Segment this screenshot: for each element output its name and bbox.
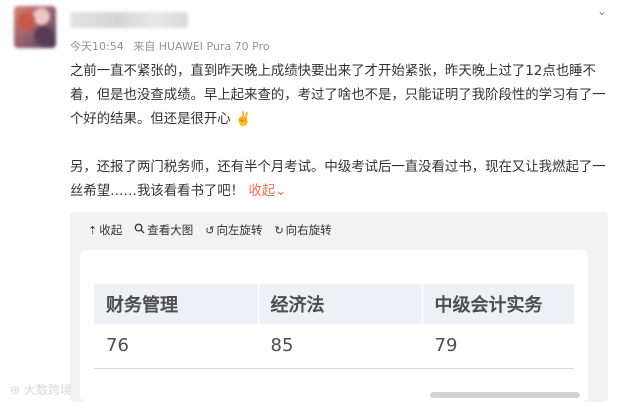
watermark: ⊛ 大数跨境 xyxy=(10,383,72,397)
rotate-right-icon: ↻ xyxy=(274,223,284,237)
header-intermediate-accounting: 中级会计实务 xyxy=(421,284,574,324)
username-blurred[interactable] xyxy=(70,12,188,28)
header-financial-management: 财务管理 xyxy=(94,284,258,324)
header-economic-law: 经济法 xyxy=(257,284,422,324)
post-paragraph-2: 另，还报了两门税务师，还有半个月考试。中级考试后一直没看过书，现在又让我燃起了一… xyxy=(70,160,606,199)
watermark-logo-icon: ⊛ xyxy=(10,383,24,397)
media-viewer: ⇡ 收起 查看大图 ↺ 向左旋转 ↻ 向右旋转 财务管理 经济法 中级会计实务 xyxy=(70,212,608,402)
chevron-down-icon[interactable]: ⌄ xyxy=(594,4,610,18)
score-intermediate-accounting: 79 xyxy=(421,324,574,369)
victory-hand-icon: ✌️ xyxy=(234,112,252,127)
collapse-text-link[interactable]: 收起⌄ xyxy=(248,184,286,199)
horizontal-scrollbar[interactable] xyxy=(430,392,580,398)
post-meta: 今天10:54 来自 HUAWEI Pura 70 Pro xyxy=(70,38,276,54)
table-row: 76 85 79 xyxy=(94,324,574,369)
table-header-row: 财务管理 经济法 中级会计实务 xyxy=(94,284,574,324)
chevron-up-icon: ⌄ xyxy=(275,184,287,199)
score-image[interactable]: 财务管理 经济法 中级会计实务 76 85 79 xyxy=(80,250,588,402)
media-toolbar: ⇡ 收起 查看大图 ↺ 向左旋转 ↻ 向右旋转 xyxy=(88,222,332,238)
scores-table: 财务管理 经济法 中级会计实务 76 85 79 xyxy=(94,284,574,369)
rotate-left-icon: ↺ xyxy=(205,223,215,237)
post-body: 之前一直不紧张的，直到昨天晚上成绩快要出来了才开始紧张，昨天晚上过了12点也睡不… xyxy=(70,60,616,204)
post-paragraph-1: 之前一直不紧张的，直到昨天晚上成绩快要出来了才开始紧张，昨天晚上过了12点也睡不… xyxy=(70,64,606,127)
score-financial-management: 76 xyxy=(94,324,258,369)
rotate-right-button[interactable]: ↻ 向右旋转 xyxy=(274,222,331,238)
view-large-button[interactable]: 查看大图 xyxy=(134,222,193,238)
rotate-left-button[interactable]: ↺ 向左旋转 xyxy=(205,222,262,238)
avatar[interactable] xyxy=(14,6,56,48)
up-arrow-icon: ⇡ xyxy=(88,223,98,237)
post-source: 来自 HUAWEI Pura 70 Pro xyxy=(133,40,270,53)
magnifier-icon xyxy=(134,223,145,237)
post-time[interactable]: 今天10:54 xyxy=(70,40,124,53)
score-economic-law: 85 xyxy=(257,324,422,369)
collapse-image-button[interactable]: ⇡ 收起 xyxy=(88,222,122,238)
